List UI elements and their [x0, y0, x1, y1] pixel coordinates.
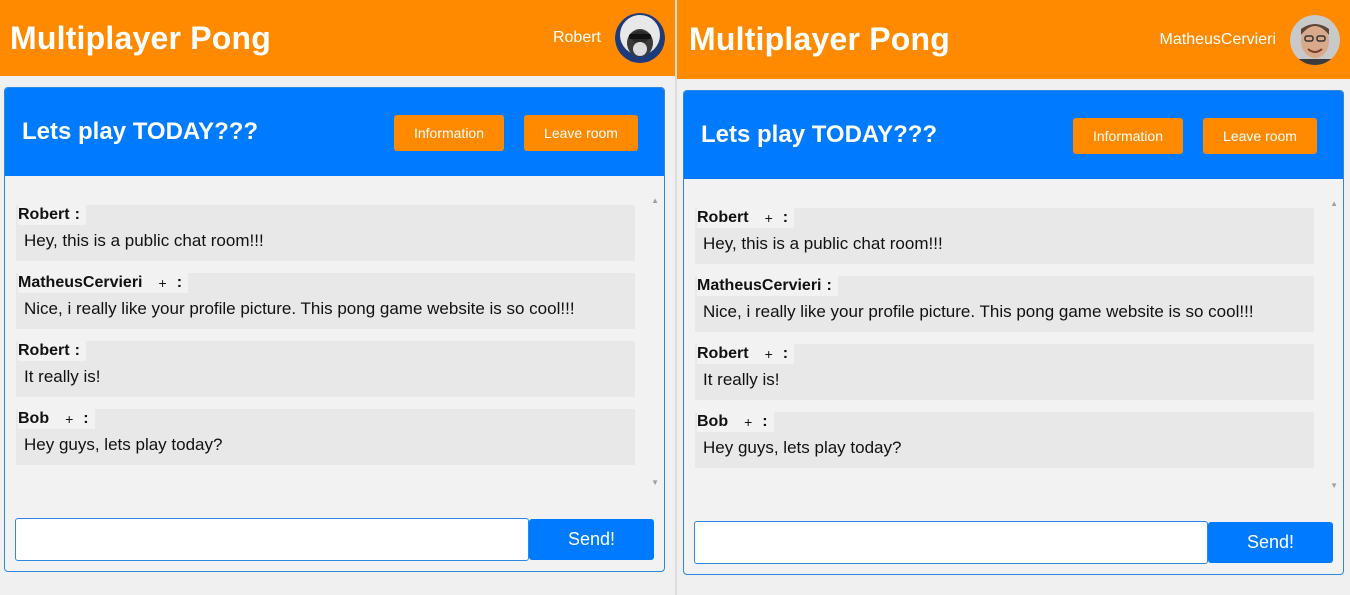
left-browser-pane: Multiplayer Pong Robert Lets play TODAY?… [0, 0, 675, 595]
information-button[interactable]: Information [394, 115, 504, 151]
send-button[interactable]: Send! [1208, 522, 1333, 563]
message-text: Hey, this is a public chat room!!! [703, 234, 943, 253]
username: Robert [552, 29, 601, 46]
message-composer: Send! [694, 521, 1334, 564]
message-author: Robert [697, 209, 749, 226]
list-item: Robert : Hey, this is a public chat room… [16, 205, 635, 261]
room-header: Lets play TODAY??? Information Leave roo… [684, 91, 1343, 179]
message-colon: : [176, 274, 183, 291]
room-title: Lets play TODAY??? [701, 121, 938, 148]
message-author: Bob [18, 410, 50, 427]
message-author-row: Robert + : [697, 344, 795, 364]
message-author: MatheusCervieri [697, 277, 822, 294]
app-title: Multiplayer Pong [689, 21, 950, 57]
avatar[interactable] [615, 13, 665, 63]
app-header: Multiplayer Pong Robert [0, 0, 675, 76]
message-colon: : [782, 209, 789, 226]
user-box: MatheusCervieri [1159, 14, 1340, 65]
message-author-row: Robert : [18, 205, 86, 225]
app-title: Multiplayer Pong [10, 19, 271, 56]
add-friend-button[interactable]: + [765, 344, 773, 364]
add-friend-button[interactable]: + [744, 412, 752, 432]
list-item: Robert : It really is! [16, 341, 635, 397]
chat-room: Lets play TODAY??? Information Leave roo… [4, 87, 665, 572]
message-author-row: Robert : [18, 341, 86, 361]
avatar[interactable] [1290, 14, 1340, 65]
message-colon: : [74, 206, 80, 223]
message-list[interactable]: ▲ Robert + : Hey, this is a public chat … [684, 179, 1343, 491]
list-item: Robert + : Hey, this is a public chat ro… [695, 208, 1314, 264]
message-list[interactable]: ▲ Robert : Hey, this is a public chat ro… [5, 176, 664, 488]
user-box: Robert [553, 13, 665, 63]
message-colon: : [762, 413, 768, 430]
message-text: Nice, i really like your profile picture… [24, 299, 575, 318]
message-composer: Send! [15, 518, 655, 561]
message-author-row: Bob + : [18, 409, 95, 429]
message-input[interactable] [15, 518, 529, 561]
add-friend-button[interactable]: + [765, 208, 773, 228]
avatar-image [615, 13, 665, 63]
split-view: Multiplayer Pong Robert Lets play TODAY?… [0, 0, 1350, 595]
room-title: Lets play TODAY??? [22, 118, 259, 145]
message-author: Bob [697, 413, 729, 430]
message-author: Robert [18, 342, 70, 359]
message-colon: : [74, 342, 80, 359]
room-header: Lets play TODAY??? Information Leave roo… [5, 88, 664, 176]
message-author-row: MatheusCervieri + : [18, 273, 189, 293]
add-friend-button[interactable]: + [159, 273, 167, 293]
message-colon: : [83, 410, 89, 427]
message-text: It really is! [703, 370, 780, 389]
app-header: Multiplayer Pong MatheusCervieri [677, 0, 1350, 79]
scroll-up-arrow-icon[interactable]: ▲ [1330, 199, 1338, 208]
message-text: Nice, i really like your profile picture… [703, 302, 1254, 321]
message-text: Hey, this is a public chat room!!! [24, 231, 264, 250]
list-item: MatheusCervieri : Nice, i really like yo… [695, 276, 1314, 332]
message-colon: : [782, 345, 789, 362]
scroll-down-arrow-icon[interactable]: ▼ [651, 478, 659, 487]
message-text: It really is! [24, 367, 101, 386]
scroll-up-arrow-icon[interactable]: ▲ [651, 196, 659, 205]
list-item: Robert + : It really is! [695, 344, 1314, 400]
message-author: Robert [18, 206, 70, 223]
leave-room-button[interactable]: Leave room [1203, 118, 1317, 154]
avatar-image [1290, 14, 1340, 65]
username: MatheusCervieri [1159, 30, 1276, 48]
message-colon: : [826, 277, 832, 294]
message-author-row: MatheusCervieri : [697, 276, 838, 296]
list-item: MatheusCervieri + : Nice, i really like … [16, 273, 635, 329]
list-item: Bob + : Hey guys, lets play today? [695, 412, 1314, 468]
message-author: Robert [697, 345, 749, 362]
add-friend-button[interactable]: + [65, 409, 73, 429]
scroll-down-arrow-icon[interactable]: ▼ [1330, 481, 1338, 490]
message-text: Hey guys, lets play today? [24, 435, 223, 454]
chat-room: Lets play TODAY??? Information Leave roo… [683, 90, 1344, 575]
message-input[interactable] [694, 521, 1208, 564]
message-author-row: Bob + : [697, 412, 774, 432]
message-author-row: Robert + : [697, 208, 795, 228]
message-author: MatheusCervieri [18, 274, 143, 291]
right-browser-pane: Multiplayer Pong MatheusCervieri Lets pl… [677, 0, 1350, 595]
leave-room-button[interactable]: Leave room [524, 115, 638, 151]
list-item: Bob + : Hey guys, lets play today? [16, 409, 635, 465]
information-button[interactable]: Information [1073, 118, 1183, 154]
message-text: Hey guys, lets play today? [703, 438, 902, 457]
send-button[interactable]: Send! [529, 519, 654, 560]
